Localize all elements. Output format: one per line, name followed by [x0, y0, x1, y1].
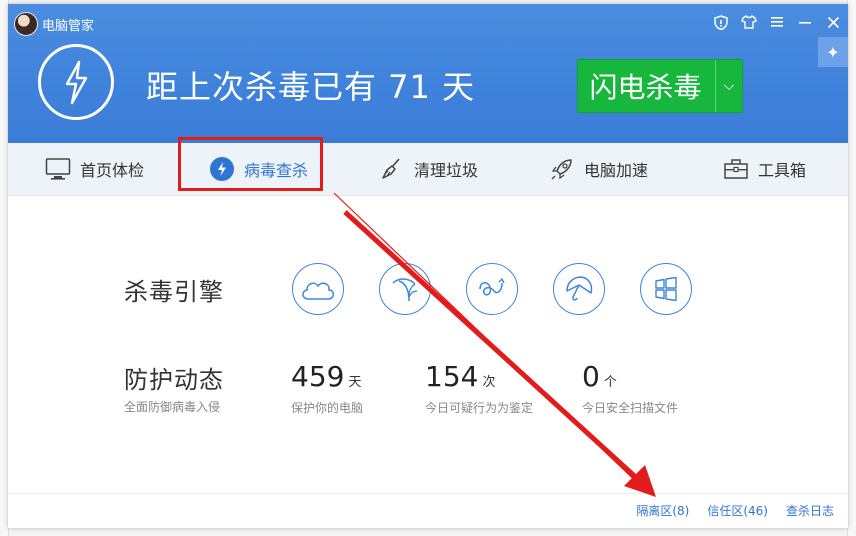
- palm-engine-icon[interactable]: [379, 263, 431, 315]
- footer-divider: [8, 493, 848, 494]
- close-icon[interactable]: [824, 13, 842, 31]
- sparkle-icon[interactable]: ✦: [818, 37, 848, 67]
- protection-subtitle: 全面防御病毒入侵: [124, 400, 221, 414]
- menu-icon[interactable]: [768, 13, 786, 31]
- quick-scan-label: 闪电杀毒: [589, 71, 702, 104]
- stat-desc: 今日安全扫描文件: [582, 401, 679, 415]
- stat-value: 154: [425, 360, 479, 393]
- stat-unit: 天: [348, 375, 362, 390]
- last-scan-message: 距上次杀毒已有 71 天: [146, 68, 476, 106]
- window-controls: [712, 13, 842, 31]
- minimize-icon[interactable]: [796, 13, 814, 31]
- cloud-engine-icon[interactable]: [292, 263, 344, 315]
- tab-home-check[interactable]: 首页体检: [44, 143, 144, 195]
- footer-links: 隔离区(8) 信任区(46) 查杀日志: [636, 502, 834, 519]
- header: 电脑管家 距上次杀毒已有 71 天 闪电杀毒 ⌵ ✦: [8, 4, 848, 143]
- toolbox-icon: [722, 155, 750, 183]
- trust-zone-link[interactable]: 信任区(46): [707, 502, 768, 519]
- title-bar[interactable]: 电脑管家: [8, 4, 848, 40]
- tab-label: 病毒查杀: [244, 161, 309, 180]
- bolt-hero-icon: [38, 44, 114, 120]
- stat-value: 0: [582, 360, 600, 393]
- rocket-icon: [548, 155, 576, 183]
- shield-icon[interactable]: [712, 13, 730, 31]
- tab-label: 清理垃圾: [414, 161, 479, 180]
- protection-title: 防护动态: [124, 366, 224, 394]
- tab-virus-scan[interactable]: 病毒查杀: [208, 143, 308, 195]
- quick-scan-button[interactable]: 闪电杀毒 ⌵: [577, 59, 743, 113]
- monitor-icon: [44, 155, 72, 183]
- swirl-engine-icon[interactable]: [466, 263, 518, 315]
- tab-label: 工具箱: [758, 161, 807, 180]
- tab-toolbox[interactable]: 工具箱: [722, 143, 806, 195]
- scan-log-link[interactable]: 查杀日志: [786, 502, 834, 519]
- broom-icon: [378, 155, 406, 183]
- umbrella-engine-icon[interactable]: [553, 263, 605, 315]
- stat-unit: 个: [603, 375, 617, 390]
- stat-suspicious-behaviors: 154 次 今日可疑行为为鉴定: [425, 360, 533, 416]
- stat-scanned-files: 0个 今日安全扫描文件: [582, 360, 678, 416]
- app-window: 电脑管家 距上次杀毒已有 71 天 闪电杀毒 ⌵ ✦ 首页体检 病毒查杀 清理垃…: [8, 4, 848, 528]
- avatar[interactable]: [14, 12, 38, 36]
- app-title: 电脑管家: [42, 19, 95, 34]
- stat-desc: 今日可疑行为为鉴定: [425, 401, 534, 415]
- stat-desc: 保护你的电脑: [291, 401, 364, 415]
- tab-label: 电脑加速: [584, 161, 649, 180]
- engine-label: 杀毒引擎: [124, 278, 224, 306]
- tab-speedup[interactable]: 电脑加速: [548, 143, 648, 195]
- quarantine-link[interactable]: 隔离区(8): [636, 502, 689, 519]
- shirt-icon[interactable]: [740, 13, 758, 31]
- bolt-icon: [208, 155, 236, 183]
- stat-value: 459: [291, 360, 345, 393]
- windows-engine-icon[interactable]: [640, 263, 692, 315]
- background-window-edge-right: [847, 0, 856, 536]
- tab-label: 首页体检: [80, 161, 145, 180]
- stat-protected-days: 459 天 保护你的电脑: [291, 360, 363, 416]
- tab-clean-junk[interactable]: 清理垃圾: [378, 143, 478, 195]
- chevron-down-icon[interactable]: ⌵: [715, 60, 742, 112]
- stat-unit: 次: [482, 375, 496, 390]
- nav-bar: 首页体检 病毒查杀 清理垃圾 电脑加速 工具箱: [8, 143, 848, 196]
